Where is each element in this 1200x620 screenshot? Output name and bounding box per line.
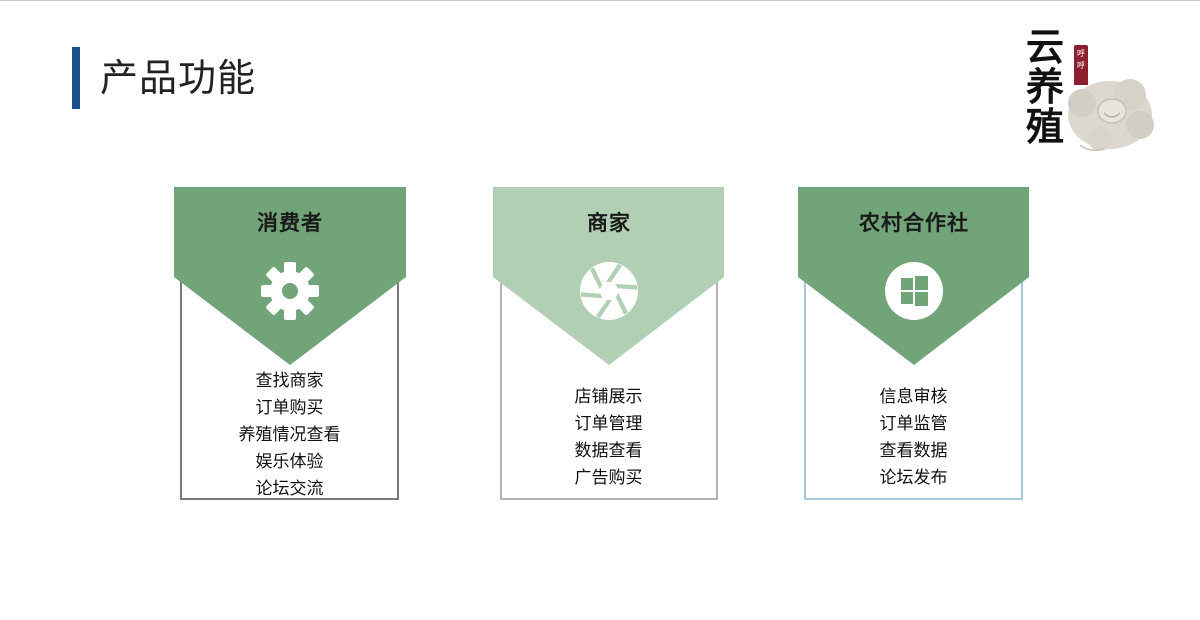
logo-seal-tag: 呼呼	[1074, 45, 1088, 85]
feature-item: 论坛发布	[879, 468, 948, 488]
card-merchant: 商家 店铺展示 订单管理 数据查看 广告购买	[493, 187, 725, 501]
aperture-icon	[580, 262, 638, 320]
brand-logo: 云 养 殖 呼呼	[1020, 27, 1160, 163]
feature-item: 查找商家	[255, 371, 324, 391]
card-consumer: 消费者 查找商家 订单购买 养殖情况查看 娱乐体验 论坛交流	[174, 187, 406, 501]
logo-wordmark: 云 养 殖	[1026, 27, 1070, 147]
feature-list: 查找商家 订单购买 养殖情况查看 娱乐体验 论坛交流	[180, 368, 399, 503]
feature-item: 广告购买	[574, 468, 643, 488]
feature-item: 数据查看	[574, 441, 643, 461]
title-accent-bar	[72, 47, 80, 109]
feature-item: 订单管理	[574, 414, 643, 434]
windows-icon	[885, 262, 943, 320]
feature-item: 查看数据	[879, 441, 948, 461]
card-title: 消费者	[257, 211, 323, 235]
feature-item: 店铺展示	[574, 387, 643, 407]
card-cooperative: 农村合作社 信息审核 订单监管 查看数据 论坛发布	[798, 187, 1030, 501]
feature-item: 订单监管	[879, 414, 948, 434]
logo-char: 殖	[1026, 104, 1065, 149]
feature-item: 订单购买	[255, 398, 324, 418]
card-title: 农村合作社	[859, 211, 969, 235]
feature-item: 论坛交流	[255, 479, 324, 499]
feature-list: 信息审核 订单监管 查看数据 论坛发布	[804, 384, 1023, 492]
gear-icon	[261, 262, 319, 320]
logo-char: 云	[1026, 24, 1065, 69]
feature-item: 信息审核	[879, 387, 948, 407]
feature-item: 养殖情况查看	[238, 425, 341, 445]
feature-item: 娱乐体验	[255, 452, 324, 472]
card-title: 商家	[587, 211, 631, 235]
page-title: 产品功能	[100, 56, 257, 100]
feature-list: 店铺展示 订单管理 数据查看 广告购买	[499, 384, 718, 492]
logo-char: 养	[1026, 64, 1065, 109]
